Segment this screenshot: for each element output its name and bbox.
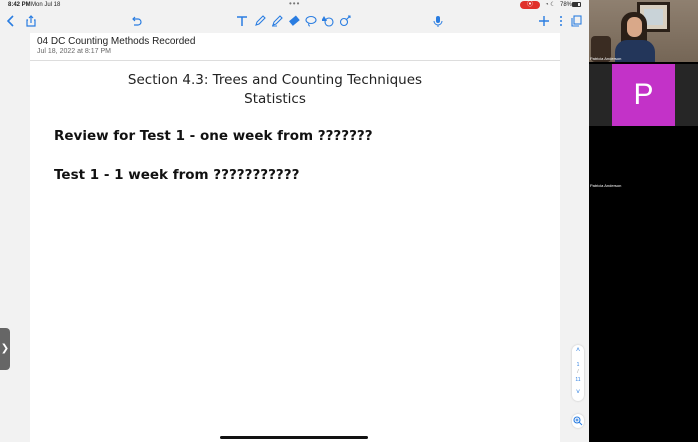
document-date: Jul 18, 2022 at 8:17 PM [37,48,111,55]
image-icon[interactable] [338,14,352,30]
eraser-icon[interactable] [287,14,301,30]
text-tool-icon[interactable] [235,14,249,30]
participant-video-tile[interactable]: Patricia Anderson [589,0,698,62]
document-header: 04 DC Counting Methods Recorded Jul 18, … [30,33,560,61]
avatar: P [612,64,675,126]
slide-text-test: Test 1 - 1 week from ??????????? [54,167,300,183]
participant-name: Patricia Anderson [590,56,622,61]
battery-percent: 78% [560,2,573,8]
participants-panel: Patricia Anderson P Patricia Anderson [589,0,698,442]
slide-title-line1: Section 4.3: Trees and Counting Techniqu… [127,72,423,88]
status-time: 8:42 PM [8,2,31,8]
highlighter-icon[interactable] [270,14,284,30]
pages-icon[interactable] [570,14,584,30]
record-icon[interactable]: ⦿ [520,1,540,9]
toolbar [0,12,589,32]
more-icon[interactable] [554,14,568,30]
current-page: 1 [576,362,580,368]
document-title[interactable]: 04 DC Counting Methods Recorded [37,36,195,47]
back-chevron-icon[interactable] [4,14,18,30]
page-up-icon[interactable]: ˄ [572,347,584,354]
battery-icon [572,2,581,7]
total-pages: 11 [575,377,581,383]
participant-face [627,17,642,37]
pen-icon[interactable] [253,14,267,30]
multitask-dots[interactable]: ••• [289,0,300,8]
slide-title-line2: Statistics [244,91,306,107]
slide-text-review: Review for Test 1 - one week from ??????… [54,128,373,144]
drawer-handle[interactable]: ❯ [0,328,10,370]
add-page-icon[interactable] [537,14,551,30]
lasso-icon[interactable] [304,14,318,30]
page-navigator[interactable]: ˄ 1 / 11 ˅ [572,345,584,401]
zoom-icon [573,416,583,426]
status-bar: 8:42 PM Mon Jul 18 ••• ⦿ ◔ ☾ 78% [0,0,589,11]
ipad-screen: 8:42 PM Mon Jul 18 ••• ⦿ ◔ ☾ 78% 04 DC C… [0,0,589,442]
status-date: Mon Jul 18 [31,2,61,8]
page-separator: / [577,369,579,375]
share-icon[interactable] [24,14,38,30]
zoom-button[interactable] [572,414,584,428]
slide-title: Section 4.3: Trees and Counting Techniqu… [30,71,520,109]
page-down-icon[interactable]: ˅ [572,389,584,396]
home-indicator [220,436,368,439]
participant-avatar-tile[interactable]: P Patricia Anderson [589,64,698,188]
shapes-icon[interactable] [321,14,335,30]
wifi-icon: ◔ ☾ [545,2,556,8]
microphone-icon[interactable] [431,14,445,30]
undo-icon[interactable] [129,14,143,30]
participant-name: Patricia Anderson [590,183,622,188]
